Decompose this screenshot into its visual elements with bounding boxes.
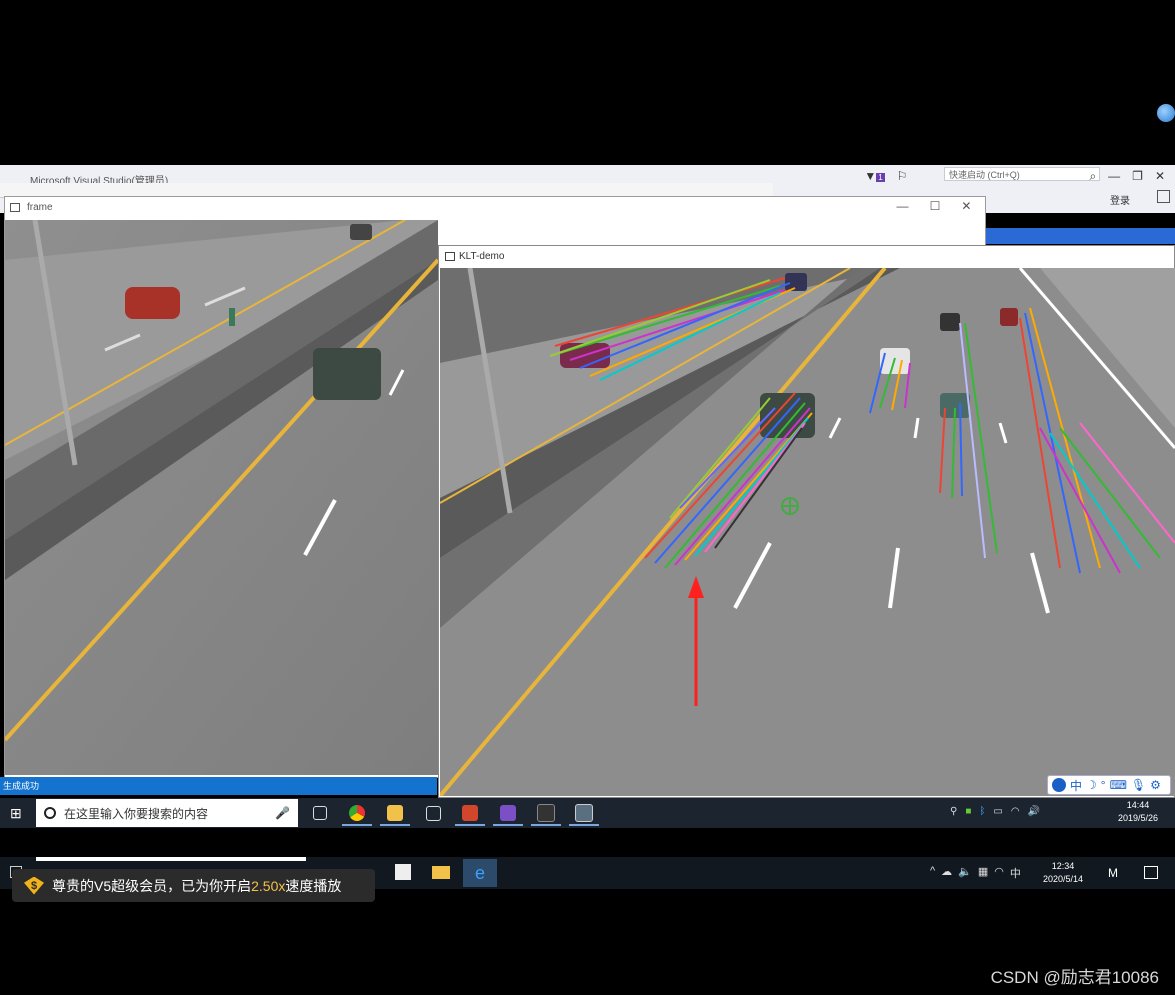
chrome-icon[interactable] <box>342 803 372 823</box>
klt-video-view <box>440 268 1175 796</box>
opencv-window-icon[interactable] <box>569 803 599 823</box>
punctuation-icon[interactable]: ° <box>1101 778 1106 792</box>
taskbar-search-box[interactable]: 在这里输入你要搜索的内容 🎤 <box>36 799 298 827</box>
system-tray: ⚲ ■ ᛒ ▭ ◠ 🔊 <box>950 806 1040 817</box>
active-indicator <box>380 824 410 826</box>
login-link[interactable]: 登录 <box>1110 192 1130 207</box>
mail-app-icon[interactable]: M <box>1108 866 1118 880</box>
minimize-button[interactable]: — <box>897 199 909 217</box>
windows-start-icon[interactable]: ⊞ <box>10 805 22 822</box>
settings-icon[interactable]: ⚙ <box>1150 778 1161 792</box>
notification-flag-icon[interactable]: ▼ 1 <box>864 169 885 183</box>
volume-icon[interactable]: 🔊 <box>1028 806 1040 817</box>
notification-center-icon[interactable] <box>1144 866 1158 879</box>
active-indicator <box>531 824 561 826</box>
vs-tool-panel-header <box>985 228 1175 244</box>
clock-date: 2020/5/14 <box>1043 874 1084 884</box>
vip-speed-toast: $ 尊贵的V5超级会员，已为你开启2.50x速度播放 <box>12 869 375 902</box>
csdn-watermark: CSDN @励志君10086 <box>990 968 1159 987</box>
wifi-icon[interactable]: ◠ <box>1011 806 1020 817</box>
frame-window-controls: — ☐ ✕ <box>886 199 982 217</box>
window-app-icon <box>10 203 20 212</box>
floating-ball-icon[interactable] <box>1157 104 1175 122</box>
keyboard-icon[interactable]: ⌨ <box>1110 778 1127 792</box>
frame-video-view <box>5 220 438 775</box>
file-explorer-icon[interactable] <box>432 866 450 879</box>
file-explorer-icon[interactable] <box>380 803 410 823</box>
battery-icon[interactable]: ▭ <box>993 806 1002 817</box>
search-placeholder: 在这里输入你要搜索的内容 <box>64 806 209 821</box>
minimize-icon[interactable]: — <box>1108 169 1120 183</box>
build-status-text: 生成成功 <box>3 781 40 791</box>
active-indicator <box>455 824 485 826</box>
people-icon[interactable]: ⚲ <box>950 806 957 817</box>
search-icon[interactable]: ⌕ <box>1089 169 1096 184</box>
close-icon[interactable]: ✕ <box>1155 169 1165 183</box>
console-icon[interactable] <box>531 803 561 823</box>
account-icon[interactable] <box>1157 190 1170 203</box>
edge-icon[interactable]: e <box>463 859 497 887</box>
active-indicator <box>569 824 599 826</box>
vs-title-controls: ▼ 1 ⚐ ⌕ — ❐ ✕ <box>864 166 1175 186</box>
klt-window-title: KLT-demo <box>459 251 505 262</box>
visual-studio-icon[interactable] <box>493 803 523 823</box>
task-view-icon[interactable] <box>305 803 335 823</box>
restore-icon[interactable]: ❐ <box>1132 169 1143 183</box>
maximize-button[interactable]: ☐ <box>930 199 941 217</box>
wifi-icon[interactable]: ◠ <box>994 865 1004 881</box>
bluetooth-icon[interactable]: ᛒ <box>979 806 985 817</box>
moon-icon[interactable]: ☽ <box>1086 778 1097 792</box>
close-button[interactable]: ✕ <box>961 199 971 217</box>
feedback-icon[interactable]: ⚐ <box>897 169 908 183</box>
ime-mode-indicator[interactable]: 中 <box>1010 865 1021 881</box>
mic-icon[interactable]: 🎙 <box>1131 778 1146 792</box>
ime-toolbar[interactable]: 中 ☽ ° ⌨ 🎙 ⚙ <box>1047 775 1171 795</box>
microphone-icon[interactable]: 🎤 <box>275 806 290 820</box>
cloud-icon[interactable]: ☁ <box>941 865 952 881</box>
vip-speed-value: 2.50x <box>251 877 286 894</box>
active-indicator <box>342 824 372 826</box>
vip-toast-text: 尊贵的V5超级会员，已为你开启2.50x速度播放 <box>52 876 341 896</box>
vs-status-bar: 生成成功 <box>0 777 437 795</box>
network-icon[interactable]: ▦ <box>978 865 988 881</box>
frame-window-title: frame <box>27 202 53 213</box>
host-taskbar-clock[interactable]: 12:34 2020/5/14 <box>1043 860 1083 886</box>
calendar-icon[interactable] <box>418 803 448 823</box>
vip-diamond-icon: $ <box>24 876 44 895</box>
cortana-icon <box>44 807 56 819</box>
clock-time: 14:44 <box>1126 800 1150 810</box>
nvidia-icon[interactable]: ■ <box>965 806 971 817</box>
volume-icon[interactable]: 🔈 <box>958 865 972 881</box>
host-search-box[interactable] <box>36 857 306 861</box>
vip-toast-prefix: 尊贵的V5超级会员，已为你开启 <box>52 877 252 894</box>
active-indicator <box>493 824 523 826</box>
ime-logo-icon <box>1052 778 1066 792</box>
chevron-up-icon[interactable]: ^ <box>930 865 935 881</box>
taskbar-clock[interactable]: 14:44 2019/5/26 <box>1118 799 1158 825</box>
ime-mode-label[interactable]: 中 <box>1070 777 1082 794</box>
store-icon[interactable] <box>395 864 411 880</box>
host-system-tray: ^ ☁ 🔈 ▦ ◠ 中 <box>930 865 1021 881</box>
clock-time: 12:34 <box>1051 861 1075 871</box>
powerpoint-icon[interactable] <box>455 803 485 823</box>
clock-date: 2019/5/26 <box>1118 813 1159 823</box>
vip-toast-suffix: 速度播放 <box>285 877 342 894</box>
window-app-icon <box>445 252 455 261</box>
